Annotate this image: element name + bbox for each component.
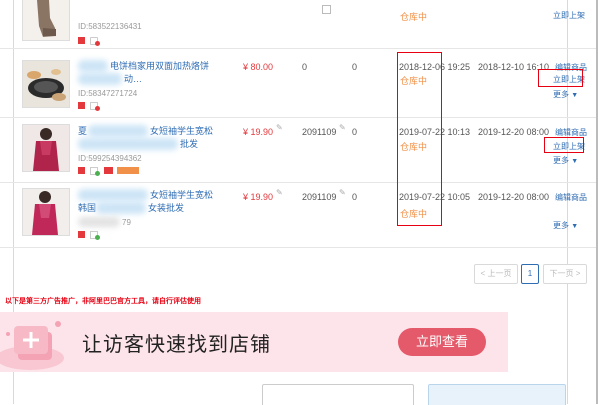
stock-count: 2091109	[302, 127, 337, 137]
edit-stock-icon[interactable]: ✎	[339, 188, 346, 197]
sales-count: 0	[352, 62, 358, 72]
sales-count: 0	[352, 127, 358, 137]
highlight-box	[544, 137, 584, 153]
check-icon	[95, 235, 100, 240]
product-id: 79	[122, 218, 131, 227]
blurred-title	[78, 73, 122, 85]
row-divider	[0, 117, 596, 118]
blurred-title	[78, 189, 148, 201]
blurred-title	[78, 138, 178, 150]
cancel-button[interactable]	[262, 384, 414, 405]
tag-icon	[78, 37, 85, 44]
banner-headline: 让访客快速找到店铺	[82, 334, 271, 356]
more-label: 更多	[553, 156, 569, 165]
more-label: 更多	[553, 221, 569, 230]
check-icon	[95, 171, 100, 176]
confirm-button[interactable]	[428, 384, 566, 405]
chevron-down-icon: ▼	[571, 92, 579, 99]
ad-notice: 以下是第三方广告推广，非阿里巴巴官方工具，请自行评估使用	[5, 298, 201, 305]
highlight-box	[397, 52, 442, 226]
product-title[interactable]: 电饼档家用双面加热烙饼	[110, 60, 250, 72]
product-id: ID:583522136431	[78, 22, 142, 31]
checkbox-icon[interactable]	[322, 5, 331, 14]
prev-page-button[interactable]: < 上一页	[474, 264, 518, 284]
modified-time: 2019-12-20 08:00	[478, 192, 550, 202]
tag-icon	[78, 102, 85, 109]
stock-count: 2091109	[302, 192, 337, 202]
product-thumbnail[interactable]	[22, 188, 70, 236]
product-id: ID:58347271724	[78, 89, 138, 98]
more-menu[interactable]: 更多 ▼	[553, 220, 578, 231]
more-menu[interactable]: 更多 ▼	[553, 155, 578, 166]
edit-price-icon[interactable]: ✎	[276, 188, 283, 197]
product-id: ID:599254394362	[78, 154, 142, 163]
next-page-button[interactable]: 下一页 >	[543, 264, 587, 284]
product-thumbnail[interactable]	[22, 0, 70, 41]
blurred-title	[78, 60, 108, 72]
product-title-line2[interactable]: 女装批发	[148, 202, 288, 214]
tag-icon	[78, 167, 85, 174]
more-menu[interactable]: 更多 ▼	[553, 89, 578, 100]
tag-icon	[78, 231, 85, 238]
stock-count: 0	[302, 62, 308, 72]
list-now-button[interactable]: 立即上架	[553, 10, 585, 21]
blurred-title	[96, 202, 146, 214]
row-divider	[0, 247, 596, 248]
promo-badge-icon	[117, 167, 139, 174]
product-thumbnail[interactable]	[22, 124, 70, 172]
chevron-down-icon: ▼	[571, 158, 579, 165]
product-price: ¥ 80.00	[243, 62, 274, 72]
edit-stock-icon[interactable]: ✎	[339, 123, 346, 132]
badge-icon	[104, 167, 113, 174]
blurred-id	[78, 217, 120, 227]
shop-bag-icon	[0, 312, 70, 372]
product-title-line2[interactable]: 动…	[124, 73, 264, 85]
modified-time: 2019-12-20 08:00	[478, 127, 550, 137]
blurred-title	[88, 125, 148, 137]
chevron-down-icon: ▼	[571, 223, 579, 230]
edit-product-link[interactable]: 编辑商品	[555, 192, 587, 203]
row-divider	[0, 182, 596, 183]
close-icon	[95, 106, 100, 111]
ad-banner[interactable]: 让访客快速找到店铺 立即查看	[0, 312, 508, 372]
view-now-button[interactable]: 立即查看	[398, 328, 486, 356]
row-divider	[0, 48, 596, 49]
product-title-line2[interactable]: 批发	[180, 138, 320, 150]
sales-count: 0	[352, 192, 358, 202]
product-thumbnail[interactable]	[22, 60, 70, 108]
more-label: 更多	[553, 90, 569, 99]
close-icon	[95, 41, 100, 46]
highlight-box	[538, 69, 583, 87]
edit-price-icon[interactable]: ✎	[276, 123, 283, 132]
page-1-button[interactable]: 1	[521, 264, 539, 284]
product-price: ¥ 19.90	[243, 192, 274, 202]
status-label: 仓库中	[400, 12, 428, 22]
product-price: ¥ 19.90	[243, 127, 274, 137]
